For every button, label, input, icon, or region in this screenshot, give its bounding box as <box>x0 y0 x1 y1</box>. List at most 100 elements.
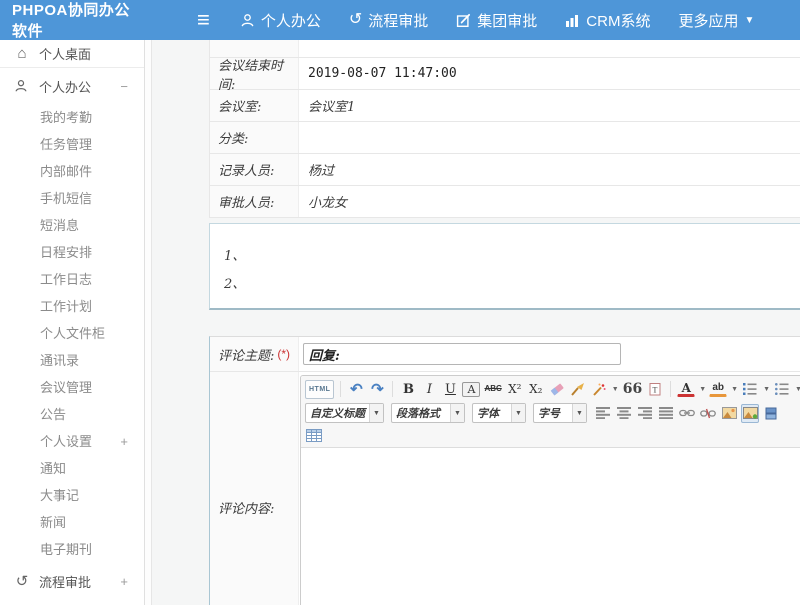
sidebar-item-label: 短消息 <box>40 218 79 233</box>
nav-workflow-approval[interactable]: ↺ 流程审批 <box>349 10 428 31</box>
nav-group-approval[interactable]: 集团审批 <box>456 10 537 31</box>
font-family-dropdown[interactable]: 字体 ▼ <box>472 403 526 423</box>
subscript-button[interactable]: X₂ <box>527 380 545 399</box>
sidebar-item[interactable]: 大事记 <box>0 482 144 509</box>
sidebar-group-personal-office[interactable]: 个人办公 − <box>0 68 144 104</box>
collapse-icon[interactable]: − <box>120 79 128 94</box>
sidebar-item[interactable]: 手机短信 <box>0 185 144 212</box>
sidebar-item[interactable]: 短消息 <box>0 212 144 239</box>
sidebar-item[interactable]: 会议管理 <box>0 374 144 401</box>
comment-subject-input[interactable] <box>303 343 621 365</box>
field-value <box>299 122 800 153</box>
bar-chart-icon <box>565 13 580 27</box>
field-value: 小龙女 <box>299 186 800 217</box>
paragraph-format-dropdown[interactable]: 段落格式 ▼ <box>391 403 465 423</box>
align-justify-icon[interactable] <box>657 404 675 423</box>
underline-button[interactable]: U <box>441 380 459 399</box>
paste-text-icon[interactable]: T <box>646 380 664 399</box>
sidebar-item[interactable]: 工作计划 <box>0 293 144 320</box>
upload-image-icon[interactable] <box>741 404 759 423</box>
expand-icon[interactable]: + <box>120 574 128 589</box>
app-logo: PHPOA协同办公软件 <box>0 0 145 41</box>
bold-button[interactable]: B <box>399 380 417 399</box>
format-brush-icon[interactable] <box>569 380 587 399</box>
sidebar-splitter[interactable] <box>145 40 152 605</box>
sidebar-item[interactable]: 公告 <box>0 401 144 428</box>
top-nav: 个人办公 ↺ 流程审批 集团审批 CRM系统 更多应用 ▼ <box>240 10 783 31</box>
field-label: 会议室: <box>210 90 299 121</box>
user-icon <box>240 13 255 28</box>
sidebar-item[interactable]: 工作日志 <box>0 266 144 293</box>
align-left-icon[interactable] <box>594 404 612 423</box>
insert-image-icon[interactable] <box>720 404 738 423</box>
html-source-button[interactable]: HTML <box>305 380 334 399</box>
field-label: 会议结束时间: <box>210 58 299 89</box>
sidebar-item[interactable]: 个人设置 + <box>0 428 144 455</box>
field-label: 审批人员: <box>210 186 299 217</box>
align-center-icon[interactable] <box>615 404 633 423</box>
sidebar-group-workflow-approval[interactable]: ↺ 流程审批 + <box>0 563 144 595</box>
nav-crm-system[interactable]: CRM系统 <box>565 10 650 31</box>
table-row-meeting-room: 会议室: 会议室1 <box>210 90 800 122</box>
caret-down-icon[interactable]: ▼ <box>731 386 738 393</box>
remove-link-icon[interactable] <box>699 404 717 423</box>
expand-icon: + <box>120 428 128 455</box>
sidebar-item[interactable]: 个人文件柜 <box>0 320 144 347</box>
font-size-dropdown[interactable]: 字号 ▼ <box>533 403 587 423</box>
caret-down-icon[interactable]: ▼ <box>612 386 619 393</box>
caret-down-icon[interactable]: ▼ <box>763 386 770 393</box>
sidebar-item[interactable]: 新闻 <box>0 509 144 536</box>
auto-format-icon[interactable] <box>590 380 608 399</box>
insert-table-icon[interactable] <box>305 426 323 445</box>
sidebar-item[interactable]: 通讯录 <box>0 347 144 374</box>
sidebar-item[interactable]: 电子期刊 <box>0 536 144 563</box>
field-value: 2019-08-07 11:47:00 <box>299 58 800 89</box>
sidebar-item-label: 通讯录 <box>40 353 79 368</box>
eraser-icon[interactable] <box>548 380 566 399</box>
sidebar-item-label: 手机短信 <box>40 191 92 206</box>
comment-subject-label: 评论主题: <box>218 345 274 364</box>
sidebar-item-personal-desktop[interactable]: ⌂ 个人桌面 <box>0 40 144 68</box>
sidebar-item[interactable]: 我的考勤 <box>0 104 144 131</box>
nav-label: 集团审批 <box>477 10 537 31</box>
redo-icon[interactable]: ↷ <box>368 380 386 399</box>
history-icon: ↺ <box>14 574 30 589</box>
font-border-button[interactable]: A <box>462 382 480 397</box>
superscript-button[interactable]: X² <box>506 380 524 399</box>
sidebar-item[interactable]: 内部邮件 <box>0 158 144 185</box>
meeting-minutes-box: 1、2、 <box>209 223 800 310</box>
memo-line: 2、 <box>224 271 800 299</box>
strikethrough-button[interactable]: ABC <box>483 380 502 399</box>
insert-link-icon[interactable] <box>678 404 696 423</box>
svg-text:T: T <box>653 386 658 395</box>
insert-media-icon[interactable] <box>762 404 780 423</box>
font-color-button[interactable]: A <box>677 381 695 397</box>
sidebar-item-label: 个人设置 <box>40 434 92 449</box>
custom-heading-dropdown[interactable]: 自定义标题 ▼ <box>305 403 384 423</box>
editor-content-area[interactable] <box>301 448 800 605</box>
sidebar-item[interactable]: 任务管理 <box>0 131 144 158</box>
nav-label: CRM系统 <box>586 10 650 31</box>
undo-icon[interactable]: ↶ <box>347 380 365 399</box>
align-right-icon[interactable] <box>636 404 654 423</box>
caret-down-icon[interactable]: ▼ <box>699 386 706 393</box>
caret-down-icon[interactable]: ▼ <box>795 386 800 393</box>
table-row-approver: 审批人员: 小龙女 <box>210 186 800 218</box>
hamburger-menu-icon[interactable]: ≡ <box>197 9 210 31</box>
sidebar-item[interactable]: 日程安排 <box>0 239 144 266</box>
blockquote-button[interactable]: 66 <box>622 380 643 399</box>
caret-down-icon: ▼ <box>450 404 464 422</box>
sidebar-item-label: 工作计划 <box>40 299 92 314</box>
user-icon <box>14 79 30 93</box>
comment-subject-row: 评论主题: (*) <box>210 337 800 372</box>
field-label: 分类: <box>210 122 299 153</box>
sidebar-item[interactable]: 通知 <box>0 455 144 482</box>
sidebar-item-label: 任务管理 <box>40 137 92 152</box>
highlight-color-button[interactable]: ab <box>709 382 727 397</box>
unordered-list-icon[interactable] <box>773 380 791 399</box>
rich-text-editor: HTML ↶ ↷ B I U A ABC X² <box>300 375 800 605</box>
nav-personal-office[interactable]: 个人办公 <box>240 10 321 31</box>
nav-more-apps[interactable]: 更多应用 ▼ <box>678 10 754 31</box>
ordered-list-icon[interactable] <box>741 380 759 399</box>
italic-button[interactable]: I <box>420 380 438 399</box>
